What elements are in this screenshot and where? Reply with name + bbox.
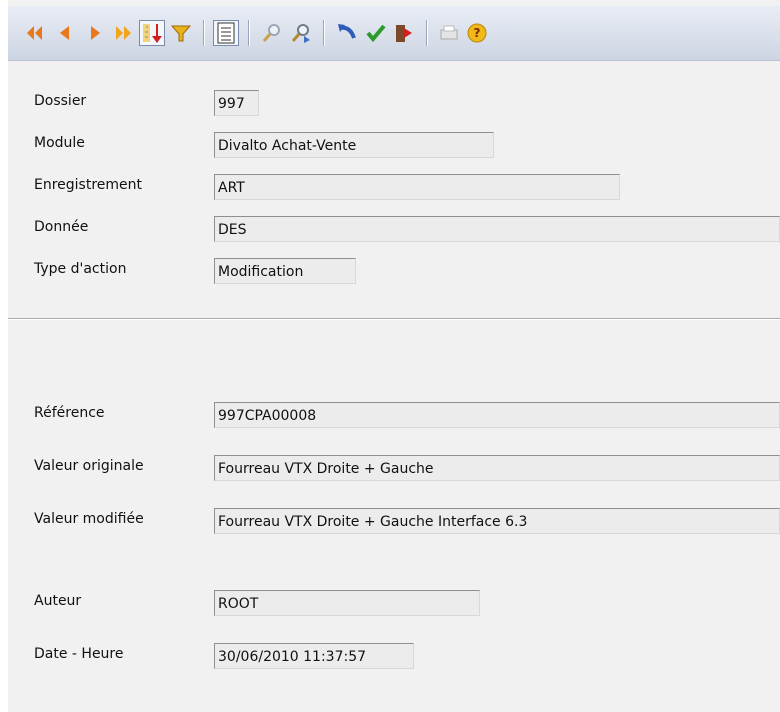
type-action-label: Type d'action <box>34 261 127 277</box>
donnee-field[interactable]: DES <box>214 216 780 242</box>
last-record-icon <box>116 26 131 40</box>
validate-button[interactable] <box>363 20 389 46</box>
dossier-label: Dossier <box>34 93 87 109</box>
donnee-label: Donnée <box>34 219 89 235</box>
auteur-label: Auteur <box>34 593 82 609</box>
valeur-originale-field[interactable]: Fourreau VTX Droite + Gauche <box>214 455 780 481</box>
list-view-button[interactable] <box>213 20 239 46</box>
first-record-button[interactable] <box>22 20 48 46</box>
undo-button[interactable] <box>334 20 360 46</box>
enregistrement-field[interactable]: ART <box>214 174 620 200</box>
previous-record-button[interactable] <box>52 20 78 46</box>
print-button[interactable] <box>436 20 462 46</box>
search-button[interactable] <box>259 20 285 46</box>
date-heure-label: Date - Heure <box>34 646 124 662</box>
auteur-field[interactable]: ROOT <box>214 590 480 616</box>
filter-button[interactable] <box>168 20 194 46</box>
validate-icon <box>366 24 386 43</box>
date-heure-field[interactable]: 30/06/2010 11:37:57 <box>214 643 414 669</box>
list-view-icon <box>217 22 235 44</box>
module-label: Module <box>34 135 85 151</box>
reference-label: Référence <box>34 405 105 421</box>
reference-field[interactable]: 997CPA00008 <box>214 402 780 428</box>
search-next-button[interactable] <box>288 20 314 46</box>
undo-icon <box>338 24 356 39</box>
valeur-originale-label: Valeur originale <box>34 458 144 474</box>
next-record-button[interactable] <box>82 20 108 46</box>
help-button[interactable]: ? <box>464 20 490 46</box>
toolbar: ? <box>8 6 780 61</box>
exit-icon <box>396 25 412 42</box>
search-icon <box>262 24 280 42</box>
last-record-button[interactable] <box>110 20 136 46</box>
valeur-modifiee-field[interactable]: Fourreau VTX Droite + Gauche Interface 6… <box>214 508 780 534</box>
exit-button[interactable] <box>390 20 416 46</box>
help-icon: ? <box>467 23 487 43</box>
section-divider <box>8 318 780 320</box>
first-record-icon <box>27 26 42 40</box>
previous-record-icon <box>60 26 69 40</box>
svg-text:?: ? <box>474 26 481 40</box>
sort-button[interactable] <box>139 20 165 46</box>
search-next-icon <box>291 24 310 43</box>
module-field[interactable]: Divalto Achat-Vente <box>214 132 494 158</box>
valeur-modifiee-label: Valeur modifiée <box>34 511 144 527</box>
enregistrement-label: Enregistrement <box>34 177 143 193</box>
filter-icon <box>170 25 192 42</box>
sort-icon <box>143 24 162 43</box>
next-record-icon <box>91 26 100 40</box>
type-action-field[interactable]: Modification <box>214 258 356 284</box>
print-icon <box>440 25 458 40</box>
dossier-field[interactable]: 997 <box>214 90 259 116</box>
